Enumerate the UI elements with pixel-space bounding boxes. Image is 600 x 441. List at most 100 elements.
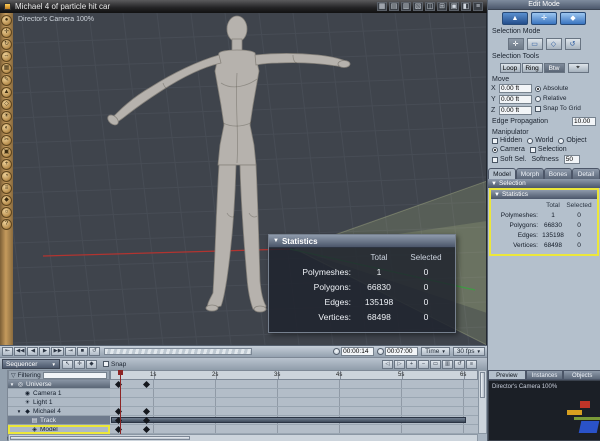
camera-preview-window[interactable]: Director's Camera 100% [488,380,600,441]
toolbar-tool-icon[interactable]: ↻ [1,39,12,50]
timeline-ruler[interactable]: 1s 2s 3s 4s 5s 6s [110,370,478,380]
viewport-layout-icon[interactable]: ▤ [389,2,399,11]
expand-toggle-icon[interactable]: ▼ [16,409,22,414]
sequencer-view-icon[interactable]: ◁ [382,359,393,369]
relative-radio[interactable]: Relative [535,95,581,102]
edit-mode-button-1[interactable]: ▲ [502,12,528,25]
viewport-layout-icon[interactable]: ≡ [473,2,483,11]
track-item-universe[interactable]: ▼ ◎ Universe [8,380,110,389]
snap-toggle[interactable]: Snap [103,361,126,368]
tab-bones[interactable]: Bones [544,168,572,179]
timeline-vertical-scrollbar[interactable] [478,370,487,434]
timeline-lane-camera-1[interactable] [110,389,478,398]
end-time-field[interactable] [385,347,419,356]
selection-mode-button-1[interactable]: ✛ [507,38,524,50]
animation-clip-bar[interactable] [111,417,466,423]
object-radio[interactable]: Object [558,137,587,144]
toolbar-tool-icon[interactable]: ◔ [1,171,12,182]
viewport-layout-icon[interactable]: ◧ [461,2,471,11]
toolbar-tool-icon[interactable]: ◐ [1,123,12,134]
toolbar-tool-icon[interactable]: ◆ [1,195,12,206]
toolbar-tool-icon[interactable]: ▣ [1,147,12,158]
transport-button[interactable]: ◀ [27,347,39,356]
viewport-layout-icon[interactable]: ◫ [425,2,435,11]
sequencer-tool-icon[interactable]: ◆ [86,359,97,369]
toolbar-tool-icon[interactable]: ● [1,15,12,26]
viewport-layout-icon[interactable]: ▦ [377,2,387,11]
statistics-floating-panel[interactable]: ▼ Statistics Total Selected Polymeshes: … [268,234,456,333]
viewport-layout-icon[interactable]: ⊞ [437,2,447,11]
fps-dropdown[interactable]: 30 fps ▼ [452,347,485,356]
sequencer-view-icon[interactable]: ▭ [430,359,441,369]
sequencer-menu-button[interactable]: Sequencer ▼ [2,359,60,369]
timeline-lane-model[interactable] [110,425,478,434]
transport-button[interactable]: ⇥ [64,347,76,356]
time-mode-dropdown[interactable]: Time ▼ [421,347,450,356]
tab-detail[interactable]: Detail [572,168,600,179]
toolbar-tool-icon[interactable]: ✎ [1,75,12,86]
transport-button[interactable]: ■ [76,347,88,356]
timeline-lane-light-1[interactable] [110,398,478,407]
playhead[interactable] [118,370,123,434]
soft-sel-checkbox[interactable]: Soft Sel. [492,156,526,163]
collapse-triangle-icon[interactable]: ▼ [494,192,500,198]
toolbar-tool-icon[interactable]: ? [1,219,12,230]
tab-objects[interactable]: Objects [563,370,600,380]
selection-tool-extra-button[interactable]: ⌖ [567,63,589,73]
sequencer-vertical-tab[interactable]: Sequencer [0,370,13,441]
selection-mode-button-3[interactable]: ◇ [545,38,562,50]
track-item-camera-1[interactable]: ◉ Camera 1 [8,389,110,398]
softness-field[interactable] [563,155,580,164]
sequencer-tool-icon[interactable]: ↖ [62,359,73,369]
timeline-horizontal-scrollbar[interactable] [8,434,478,441]
scrollbar-thumb[interactable] [10,436,190,440]
transport-button[interactable]: ⇤ [2,347,13,356]
timeline-lane-universe[interactable] [110,380,478,389]
track-item-light-1[interactable]: ☀ Light 1 [8,398,110,407]
world-radio[interactable]: World [527,137,553,144]
viewport-layout-icon[interactable]: ▣ [449,2,459,11]
selection-mode-button-4[interactable]: ↺ [564,38,581,50]
selection-tool-button[interactable]: Ring [521,63,543,73]
statistics-section-header[interactable]: ▼ Statistics [491,190,597,199]
tab-preview[interactable]: Preview [488,370,526,380]
tab-model[interactable]: Model [488,168,516,179]
expand-toggle-icon[interactable]: ▼ [9,382,15,387]
sequencer-view-icon[interactable]: ▷ [394,359,405,369]
keyframe-diamond[interactable] [142,425,151,434]
sequencer-view-icon[interactable]: ≡ [466,359,477,369]
selection-section-header[interactable]: ▼ Selection [488,179,600,188]
3d-viewport[interactable]: Director's Camera 100% ▼ Statistics Tota… [13,13,487,345]
transport-button[interactable]: ▶▶ [51,347,64,356]
y-position-field[interactable] [499,95,532,104]
tab-instances[interactable]: Instances [525,370,564,380]
sequencer-tool-icon[interactable]: ✛ [74,359,85,369]
statistics-panel-titlebar[interactable]: ▼ Statistics [269,235,455,248]
selection-mode-button-2[interactable]: ▭ [526,38,543,50]
scrollbar-thumb[interactable] [480,372,485,398]
toolbar-tool-icon[interactable]: ☀ [1,111,12,122]
x-position-field[interactable] [499,84,532,93]
transport-button[interactable]: ◀◀ [14,347,27,356]
filtering-input[interactable] [42,371,107,379]
sequencer-view-icon[interactable]: + [406,359,417,369]
selection-tool-button[interactable]: Loop [499,63,521,73]
toolbar-tool-icon[interactable]: ✂ [1,135,12,146]
viewport-layout-icon[interactable]: ▧ [413,2,423,11]
sequencer-view-icon[interactable]: ↺ [454,359,465,369]
sequencer-view-icon[interactable]: ▥ [442,359,453,369]
toolbar-tool-icon[interactable]: ▲ [1,87,12,98]
camera-radio[interactable]: Camera [492,146,525,153]
selection-checkbox[interactable]: Selection [529,146,567,153]
toolbar-tool-icon[interactable]: ○ [1,207,12,218]
edge-propagation-field[interactable] [572,117,596,126]
toolbar-tool-icon[interactable]: ◇ [1,99,12,110]
edit-mode-button-2[interactable]: ✛ [531,12,557,25]
snap-to-grid-checkbox[interactable]: Snap To Grid [535,105,581,112]
keyframe-diamond[interactable] [142,407,151,416]
toolbar-tool-icon[interactable]: ⇔ [1,51,12,62]
toolbar-tool-icon[interactable]: ≡ [1,183,12,194]
transport-button[interactable]: ▶ [39,347,51,356]
time-scrubber[interactable] [103,348,252,355]
camera-name-label[interactable]: Director's Camera 100% [18,16,94,23]
